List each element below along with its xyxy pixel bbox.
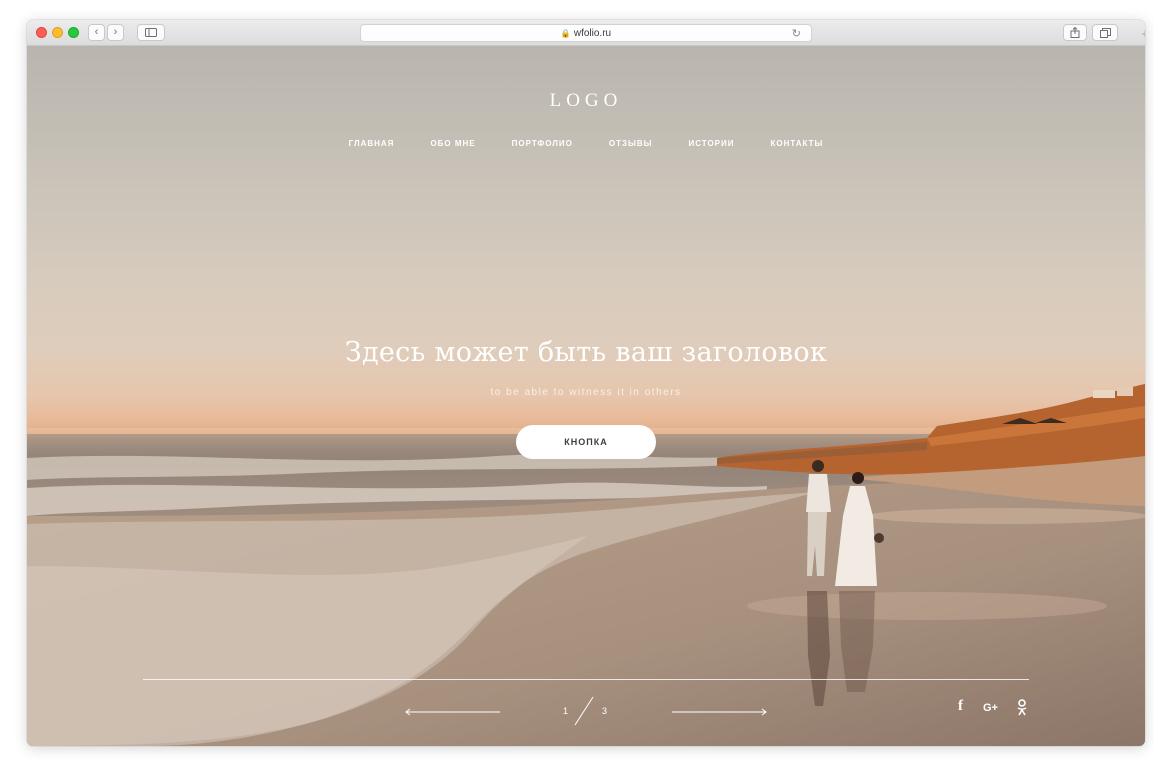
- odnoklassniki-icon[interactable]: [1017, 699, 1027, 716]
- hero-headline: Здесь может быть ваш заголовок: [344, 337, 828, 368]
- hero-subheadline: to be able to witness it in others: [490, 387, 682, 398]
- new-tab-icon[interactable]: +: [1141, 26, 1145, 41]
- nav-item-about[interactable]: ОБО МНЕ: [430, 139, 475, 148]
- tabs-icon: [1099, 27, 1111, 38]
- back-button[interactable]: ‹: [88, 24, 105, 41]
- slider-divider: [143, 679, 1029, 680]
- back-icon: ‹: [94, 26, 99, 38]
- forward-button[interactable]: ›: [107, 24, 124, 41]
- prev-slide-arrow-icon[interactable]: [404, 706, 500, 718]
- next-slide-arrow-icon[interactable]: [672, 706, 768, 718]
- pager-slash-icon: [574, 696, 594, 726]
- forward-icon: ›: [113, 26, 118, 38]
- maximize-window-button[interactable]: [68, 27, 79, 38]
- browser-window: ‹ › 🔒 wfolio.ru ↻ LOGO ГЛАВНАЯ ОБО МНЕ П…: [27, 20, 1145, 746]
- address-bar[interactable]: 🔒 wfolio.ru ↻: [360, 24, 812, 42]
- sidebar-icon: [145, 28, 157, 37]
- nav-item-home[interactable]: ГЛАВНАЯ: [349, 139, 395, 148]
- share-icon: [1070, 27, 1080, 38]
- browser-toolbar: ‹ › 🔒 wfolio.ru ↻: [27, 20, 1145, 46]
- hero-section: LOGO ГЛАВНАЯ ОБО МНЕ ПОРТФОЛИО ОТЗЫВЫ ИС…: [27, 46, 1145, 746]
- slide-total: 3: [602, 706, 608, 716]
- facebook-icon[interactable]: f: [958, 698, 963, 715]
- main-nav: ГЛАВНАЯ ОБО МНЕ ПОРТФОЛИО ОТЗЫВЫ ИСТОРИИ…: [27, 139, 1145, 148]
- lock-icon: 🔒: [560, 28, 571, 38]
- cta-button[interactable]: КНОПКА: [516, 425, 656, 459]
- sidebar-toggle-button[interactable]: [137, 24, 165, 41]
- nav-item-stories[interactable]: ИСТОРИИ: [688, 139, 734, 148]
- site-logo[interactable]: LOGO: [27, 90, 1145, 112]
- nav-item-portfolio[interactable]: ПОРТФОЛИО: [512, 139, 573, 148]
- tabs-overview-button[interactable]: [1092, 24, 1118, 41]
- reload-icon[interactable]: ↻: [792, 27, 801, 40]
- slide-current: 1: [563, 706, 569, 716]
- nav-item-reviews[interactable]: ОТЗЫВЫ: [609, 139, 653, 148]
- share-button[interactable]: [1063, 24, 1087, 41]
- minimize-window-button[interactable]: [52, 27, 63, 38]
- slide-pager: 1 3: [561, 694, 613, 728]
- google-plus-icon[interactable]: G+: [983, 702, 998, 714]
- nav-item-contacts[interactable]: КОНТАКТЫ: [771, 139, 824, 148]
- address-text: wfolio.ru: [573, 27, 612, 39]
- close-window-button[interactable]: [36, 27, 47, 38]
